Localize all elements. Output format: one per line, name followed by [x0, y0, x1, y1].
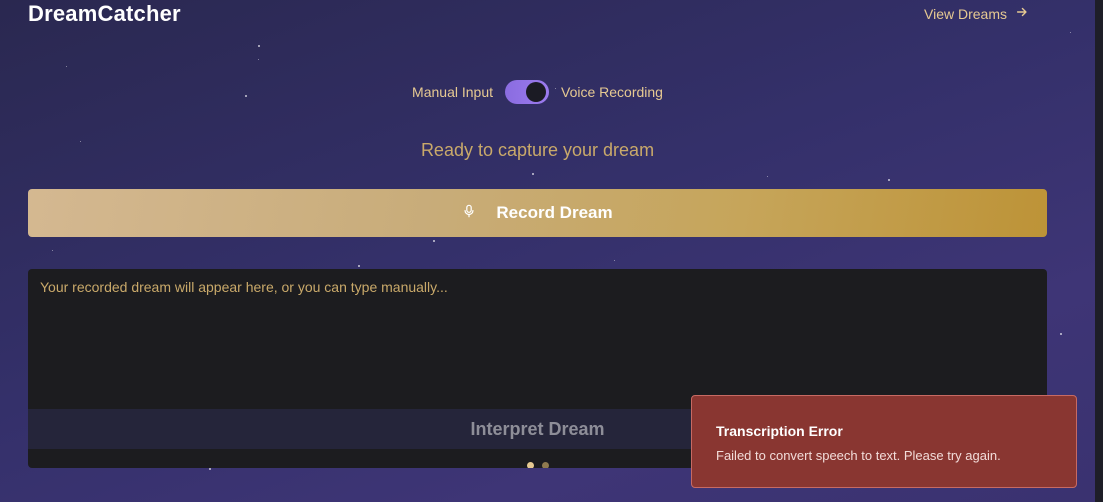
- toggle-knob: [526, 82, 546, 102]
- microphone-icon: [462, 204, 476, 223]
- manual-input-label: Manual Input: [412, 84, 493, 100]
- view-dreams-link[interactable]: View Dreams: [924, 5, 1029, 22]
- input-mode-toggle[interactable]: [505, 80, 549, 104]
- window-edge: [1095, 0, 1103, 502]
- error-toast[interactable]: Transcription Error Failed to convert sp…: [691, 395, 1077, 488]
- interpret-dream-label: Interpret Dream: [470, 418, 605, 439]
- arrow-right-icon: [1015, 5, 1029, 22]
- pagination-dot-2[interactable]: [541, 462, 549, 468]
- view-dreams-label: View Dreams: [924, 5, 1007, 22]
- toast-title: Transcription Error: [716, 423, 843, 439]
- toast-message: Failed to convert speech to text. Please…: [716, 448, 1001, 463]
- app-title: DreamCatcher: [28, 1, 181, 26]
- record-dream-button[interactable]: Record Dream: [28, 189, 1047, 237]
- pagination-dot-1[interactable]: [526, 462, 534, 468]
- input-mode-switch: Manual Input Voice Recording: [0, 80, 1075, 104]
- status-message: Ready to capture your dream: [420, 140, 655, 160]
- record-dream-label: Record Dream: [496, 203, 613, 222]
- dream-text-input[interactable]: [28, 269, 1047, 409]
- voice-recording-label: Voice Recording: [561, 84, 663, 100]
